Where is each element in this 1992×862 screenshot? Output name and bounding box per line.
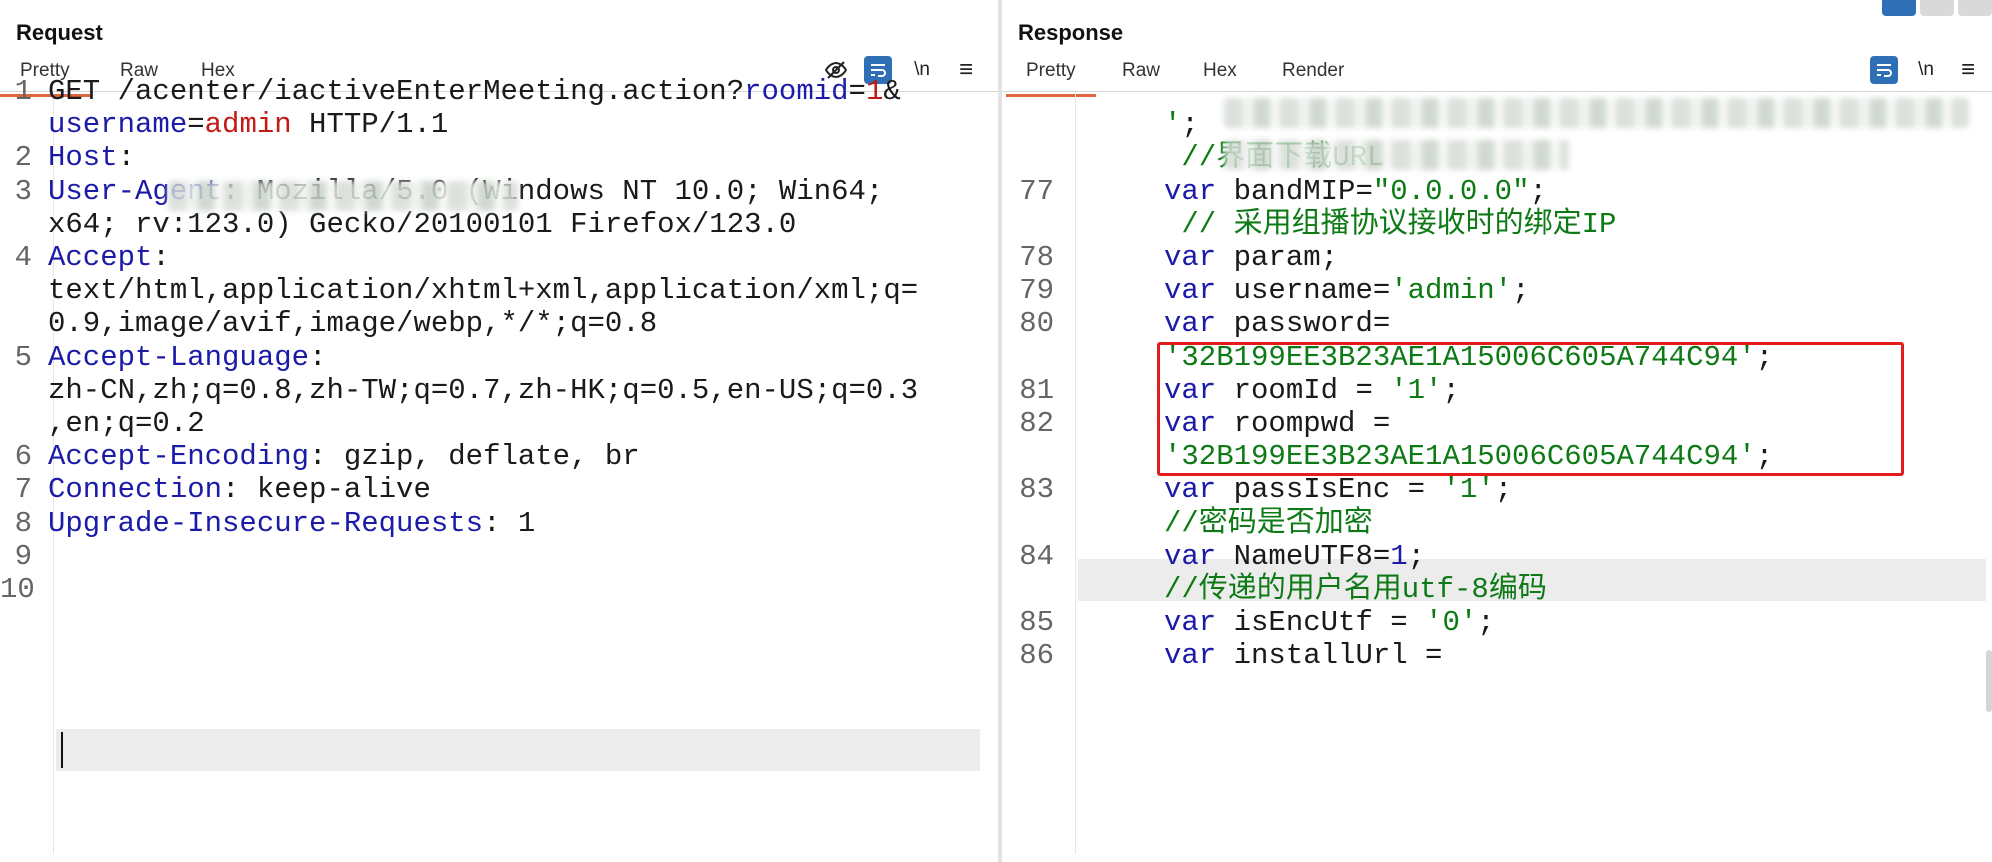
- layout-split-icon[interactable]: [1882, 0, 1916, 16]
- code-token: isEncUtf =: [1216, 606, 1426, 640]
- request-editor[interactable]: 1 GET /acenter/iactiveEnterMeeting.action…: [0, 75, 998, 854]
- code-token: : gzip, deflate, br: [309, 440, 640, 474]
- code-token: admin: [204, 108, 292, 142]
- code-token: Upgrade-Insecure-Requests: [48, 506, 484, 540]
- code-token: installUrl =: [1216, 639, 1443, 673]
- redacted-text: [1224, 98, 1969, 128]
- code-line: var installUrl =: [1164, 635, 1442, 677]
- code-token: : 1: [483, 506, 536, 540]
- code-token: Host: [48, 141, 118, 175]
- code-token: 1: [1390, 539, 1408, 573]
- tab-response-render[interactable]: Render: [1282, 60, 1344, 82]
- code-token: ;: [1529, 174, 1547, 208]
- wrap-lines-icon[interactable]: [1870, 56, 1898, 84]
- code-token: //传递的用户名用utf-8编码: [1164, 573, 1547, 606]
- code-token: ,en;q=0.2: [48, 407, 205, 440]
- code-token: roomid: [744, 75, 849, 108]
- code-token: &: [883, 75, 901, 108]
- line-number: 10: [0, 573, 35, 606]
- code-token: =: [187, 108, 205, 142]
- response-title: Response: [1018, 20, 1124, 45]
- code-token: passIsEnc =: [1216, 473, 1443, 507]
- code-token: var: [1164, 539, 1217, 573]
- layout-horizontal-icon[interactable]: [1920, 0, 1954, 16]
- code-token: ;: [1407, 539, 1426, 573]
- scrollbar-thumb[interactable]: [1986, 650, 1992, 712]
- code-token: 'admin': [1390, 274, 1513, 308]
- code-token: Connection: [48, 473, 223, 507]
- highlight-box-credentials: [1157, 342, 1904, 476]
- code-token: ;: [1494, 473, 1513, 507]
- line-number: 86: [1019, 639, 1054, 673]
- code-token: x64; rv:123.0) Gecko/20100101 Firefox/12…: [48, 207, 797, 241]
- redacted-text: [1224, 140, 1569, 170]
- code-token: var: [1164, 174, 1217, 208]
- text-caret: [61, 732, 63, 768]
- request-title: Request: [16, 20, 103, 45]
- layout-toggle: [1882, 0, 1992, 16]
- tab-response-raw[interactable]: Raw: [1122, 60, 1160, 82]
- code-token: var: [1164, 606, 1217, 640]
- newline-toggle[interactable]: \n: [908, 56, 936, 84]
- code-token: var: [1164, 307, 1217, 341]
- code-token: :: [309, 340, 327, 374]
- code-token: =: [848, 75, 866, 108]
- menu-icon[interactable]: ≡: [1954, 56, 1982, 84]
- code-token: '1': [1442, 473, 1495, 507]
- code-token: Accept: [48, 241, 153, 274]
- layout-single-icon[interactable]: [1958, 0, 1992, 16]
- code-token: param;: [1216, 241, 1339, 274]
- code-token: '0': [1425, 606, 1478, 640]
- code-token: username: [48, 108, 188, 142]
- code-token: zh-CN,zh;q=0.8,zh-TW;q=0.7,zh-HK;q=0.5,e…: [48, 373, 919, 407]
- response-pane: Response Pretty Raw Hex Render \n ≡ '; /…: [1002, 0, 1992, 862]
- code-token: "0.0.0.0": [1372, 174, 1530, 208]
- response-editor[interactable]: '; //界面下载URL77var bandMIP="0.0.0.0"; // …: [1002, 92, 1992, 854]
- code-token: username=: [1216, 274, 1391, 308]
- code-token: Accept-Language: [48, 340, 310, 374]
- current-line-highlight: [56, 729, 980, 771]
- code-line: Upgrade-Insecure-Requests: 1: [48, 503, 535, 545]
- code-token: // 采用组播协议接收时的绑定IP: [1164, 207, 1617, 241]
- code-token: //密码是否加密: [1164, 506, 1373, 540]
- code-token: NameUTF8=: [1216, 539, 1391, 573]
- code-token: HTTP/1.1: [291, 108, 449, 142]
- code-token: var: [1164, 473, 1217, 507]
- code-token: var: [1164, 274, 1217, 308]
- code-token: bandMIP=: [1216, 174, 1373, 208]
- code-token: :: [117, 141, 153, 175]
- code-token: password=: [1216, 307, 1391, 341]
- code-token: ;: [1512, 274, 1530, 308]
- code-token: ;: [1477, 606, 1495, 640]
- request-pane: Request Pretty Raw Hex \n ≡ 1 GET /acente…: [0, 0, 998, 862]
- code-token: var: [1164, 241, 1217, 274]
- code-token: var: [1164, 639, 1217, 673]
- code-token: GET /acenter/iactiveEnterMeeting.action?: [48, 75, 745, 108]
- response-tabs: Pretty Raw Hex Render \n ≡: [1002, 52, 1992, 97]
- code-token: :: [152, 241, 170, 274]
- code-token: : keep-alive: [222, 473, 431, 507]
- redacted-host: [168, 181, 518, 211]
- code-token: 1: [865, 75, 884, 108]
- menu-icon[interactable]: ≡: [952, 56, 980, 84]
- code-token: 0.9,image/avif,image/webp,*/*;q=0.8: [48, 307, 658, 341]
- code-token: ;: [1181, 108, 1199, 142]
- newline-toggle[interactable]: \n: [1912, 56, 1940, 84]
- code-token: ': [1164, 108, 1182, 142]
- code-token: text/html,application/xhtml+xml,applicat…: [48, 274, 919, 308]
- tab-response-hex[interactable]: Hex: [1203, 60, 1237, 82]
- code-token: Accept-Encoding: [48, 440, 310, 474]
